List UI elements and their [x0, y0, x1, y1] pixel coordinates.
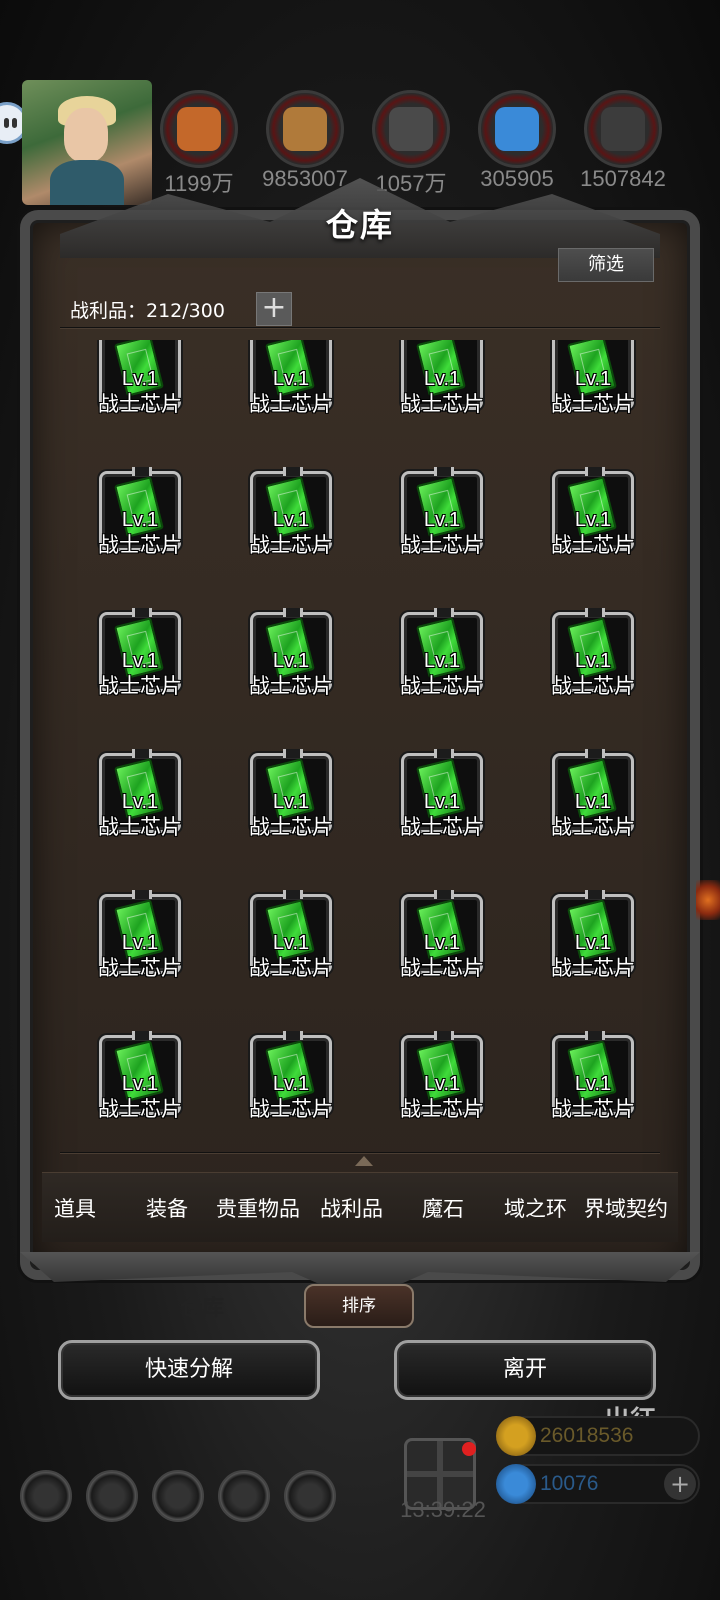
avatar-face — [64, 108, 108, 162]
inventory-item[interactable]: Lv.1 战士芯片 — [72, 471, 226, 591]
inventory-item[interactable]: Lv.1 战士芯片 — [374, 753, 528, 873]
player-avatar[interactable] — [22, 80, 152, 205]
gold-coin-icon — [496, 1416, 536, 1456]
expand-capacity-button[interactable]: + — [256, 292, 292, 326]
tab-item[interactable]: 域之环 — [504, 1193, 567, 1223]
item-name: 战士芯片 — [98, 1097, 182, 1121]
inventory-item[interactable]: Lv.1 战士芯片 — [223, 340, 377, 450]
inventory-item[interactable]: Lv.1 战士芯片 — [72, 1035, 226, 1155]
side-torch — [696, 880, 720, 920]
item-name: 战士芯片 — [249, 392, 333, 416]
gem-bar: 10076 + — [496, 1464, 700, 1504]
item-name: 战士芯片 — [551, 1097, 635, 1121]
inventory-item[interactable]: Lv.1 战士芯片 — [72, 753, 226, 873]
resource-value: 1199万 — [164, 171, 234, 196]
iron-resource-icon-glyph — [601, 107, 645, 151]
inventory-item[interactable]: Lv.1 战士芯片 — [374, 340, 528, 450]
inventory-item[interactable]: Lv.1 战士芯片 — [72, 612, 226, 732]
stone-resource-icon[interactable] — [372, 90, 450, 168]
mail-icon[interactable] — [218, 1470, 270, 1522]
wood-resource-icon[interactable] — [266, 90, 344, 168]
item-name: 战士芯片 — [249, 674, 333, 698]
gem-value: 10076 — [540, 1472, 599, 1495]
item-name: 战士芯片 — [249, 1097, 333, 1121]
bg-warehouse-label: 仓库 — [180, 1295, 225, 1321]
tab-item[interactable]: 界域契约 — [584, 1193, 668, 1223]
crystal-resource-icon-glyph — [495, 107, 539, 151]
inventory-item[interactable]: Lv.1 战士芯片 — [525, 894, 660, 1014]
item-name: 战士芯片 — [249, 815, 333, 839]
tab-item[interactable]: 道具 — [54, 1193, 96, 1223]
tab-item[interactable]: 贵重物品 — [216, 1193, 300, 1223]
gift-timer: 13:39:22 — [400, 1497, 486, 1522]
food-resource-icon-glyph — [177, 107, 221, 151]
item-name: 战士芯片 — [98, 533, 182, 557]
item-name: 战士芯片 — [551, 815, 635, 839]
inventory-item[interactable]: Lv.1 战士芯片 — [374, 894, 528, 1014]
item-name: 战士芯片 — [98, 392, 182, 416]
item-name: 战士芯片 — [551, 533, 635, 557]
item-name: 战士芯片 — [400, 392, 484, 416]
add-gems-button[interactable]: + — [664, 1468, 696, 1500]
inventory-item[interactable]: Lv.1 战士芯片 — [72, 894, 226, 1014]
loot-counter: 战利品：212/300 — [70, 300, 225, 322]
resource-value: 305905 — [480, 166, 554, 191]
tab-caret-icon — [355, 1156, 373, 1166]
inventory-item[interactable]: Lv.1 战士芯片 — [525, 471, 660, 591]
item-name: 战士芯片 — [551, 956, 635, 980]
tab-item[interactable]: 魔石 — [422, 1193, 464, 1223]
resource-value: 1507842 — [580, 166, 666, 191]
item-name: 战士芯片 — [551, 392, 635, 416]
inventory-item[interactable]: Lv.1 战士芯片 — [223, 753, 377, 873]
inventory-item[interactable]: Lv.1 战士芯片 — [525, 612, 660, 732]
inventory-item[interactable]: Lv.1 战士芯片 — [223, 894, 377, 1014]
gem-icon — [496, 1464, 536, 1504]
stone-resource-icon-glyph — [389, 107, 433, 151]
gold-bar: 26018536 — [496, 1416, 700, 1456]
item-name: 战士芯片 — [98, 674, 182, 698]
item-name: 战士芯片 — [400, 956, 484, 980]
castle-icon[interactable] — [152, 1470, 204, 1522]
leave-button[interactable]: 离开 — [394, 1340, 656, 1400]
gold-value: 26018536 — [540, 1424, 634, 1447]
item-name: 战士芯片 — [551, 674, 635, 698]
top-divider — [60, 327, 660, 329]
filter-button[interactable]: 筛选 — [558, 248, 654, 282]
item-name: 战士芯片 — [400, 674, 484, 698]
item-name: 战士芯片 — [249, 956, 333, 980]
tab-item[interactable]: 战利品 — [320, 1193, 383, 1223]
item-name: 战士芯片 — [400, 1097, 484, 1121]
inventory-item[interactable]: Lv.1 战士芯片 — [374, 471, 528, 591]
item-name: 战士芯片 — [400, 533, 484, 557]
inventory-item[interactable]: Lv.1 战士芯片 — [223, 471, 377, 591]
inventory-item[interactable]: Lv.1 战士芯片 — [525, 340, 660, 450]
inventory-item[interactable]: Lv.1 战士芯片 — [223, 1035, 377, 1155]
inventory-item[interactable]: Lv.1 战士芯片 — [223, 612, 377, 732]
notification-dot — [462, 1442, 476, 1456]
item-name: 战士芯片 — [98, 956, 182, 980]
wood-resource-icon-glyph — [283, 107, 327, 151]
bottom-divider — [60, 1152, 660, 1154]
item-name: 战士芯片 — [400, 815, 484, 839]
item-grid[interactable]: Lv.1 战士芯片 Lv.1 战士芯片 Lv.1 战士芯片 Lv.1 战士芯片 Lv.1 战士芯片… — [60, 340, 660, 1155]
hero-icon[interactable] — [86, 1470, 138, 1522]
inventory-item[interactable]: Lv.1 战士芯片 — [72, 340, 226, 450]
inventory-item[interactable]: Lv.1 战士芯片 — [525, 1035, 660, 1155]
food-resource-icon[interactable] — [160, 90, 238, 168]
quick-decompose-button[interactable]: 快速分解 — [58, 1340, 320, 1400]
crystal-resource-icon[interactable] — [478, 90, 556, 168]
settings-gear-icon[interactable] — [20, 1470, 72, 1522]
category-tabs: 道具 装备 贵重物品 战利品 魔石 域之环 界域契约 — [42, 1172, 678, 1242]
panel-title: 仓库 — [325, 206, 394, 244]
alliance-icon[interactable] — [284, 1470, 336, 1522]
tab-item[interactable]: 装备 — [146, 1193, 188, 1223]
inventory-item[interactable]: Lv.1 战士芯片 — [525, 753, 660, 873]
avatar-body — [50, 160, 124, 205]
inventory-item[interactable]: Lv.1 战士芯片 — [374, 612, 528, 732]
item-name: 战士芯片 — [249, 533, 333, 557]
sort-button[interactable]: 排序 — [304, 1284, 414, 1328]
item-name: 战士芯片 — [98, 815, 182, 839]
iron-resource-icon[interactable] — [584, 90, 662, 168]
inventory-item[interactable]: Lv.1 战士芯片 — [374, 1035, 528, 1155]
